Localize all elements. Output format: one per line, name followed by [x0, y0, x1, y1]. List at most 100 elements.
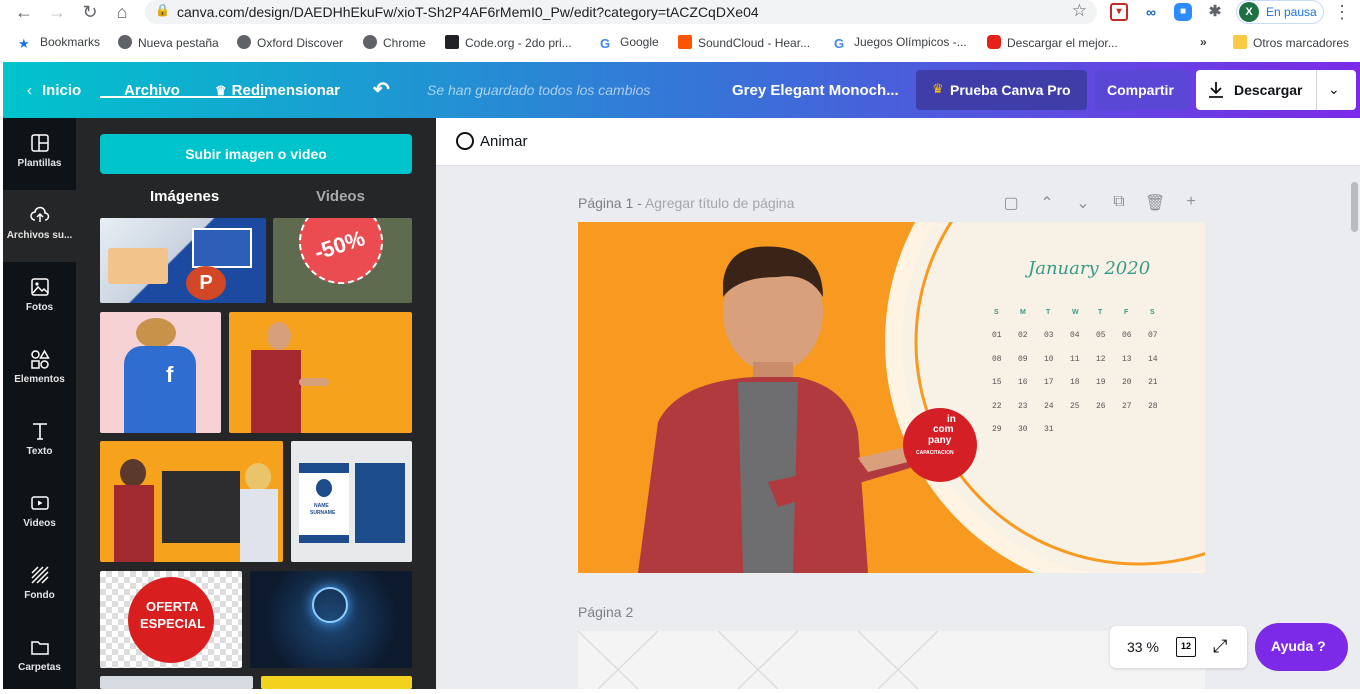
delete-page-icon[interactable]: 🗑 — [1145, 193, 1165, 213]
calendar-day: 09 — [1018, 354, 1028, 364]
other-bookmarks-folder[interactable]: Otros marcadores — [1233, 35, 1349, 50]
canva-topbar: ‹ Inicio Archivo ♛ Redimensionar ↶ Se han … — [3, 62, 1360, 118]
page-1-title[interactable]: Página 1 - Agregar título de página — [578, 195, 794, 211]
try-pro-button[interactable]: ♛ Prueba Canva Pro — [916, 70, 1087, 110]
active-tab-indicator — [100, 96, 266, 98]
bookmark-item[interactable]: SoundCloud - Hear... — [678, 35, 810, 50]
add-page-icon[interactable]: + — [1181, 193, 1201, 213]
sidebar-label: Fondo — [24, 590, 55, 601]
animate-icon[interactable] — [456, 132, 474, 150]
help-label: Ayuda ? — [1271, 638, 1326, 654]
url-text: canva.com/design/DAEDHhEkuFw/xioT-Sh2P4A… — [177, 4, 759, 20]
sidebar-item-text[interactable]: Texto — [3, 406, 76, 478]
calendar-weekday: T — [1098, 309, 1103, 316]
design-page-1[interactable]: in com pany CAPACITACION January 2020 S M… — [578, 222, 1205, 573]
forward-icon[interactable]: → — [47, 2, 67, 22]
upload-thumbnail[interactable] — [261, 676, 412, 689]
chevron-down-icon[interactable]: ⌄ — [1328, 81, 1340, 98]
animate-button[interactable]: Animar — [480, 133, 528, 150]
back-icon[interactable]: ← — [14, 2, 34, 22]
download-button[interactable]: Descargar ⌄ — [1196, 70, 1356, 110]
home-icon[interactable]: ⌂ — [112, 2, 132, 22]
home-link[interactable]: ‹ Inicio — [27, 82, 81, 99]
note-icon[interactable]: ▢ — [1001, 193, 1021, 213]
bookmark-item[interactable]: Descargar el mejor... — [987, 35, 1118, 50]
bookmark-item[interactable]: Oxford Discover — [237, 35, 343, 50]
calendar-weekday: S — [1150, 309, 1155, 316]
puzzle-extensions-icon[interactable]: ✱ — [1206, 3, 1224, 21]
share-button[interactable]: Compartir — [1095, 70, 1189, 110]
offer-text-1: OFERTA — [146, 599, 199, 614]
bookmark-label: Google — [620, 35, 659, 49]
sidebar-item-uploads[interactable]: Archivos su... — [3, 190, 76, 262]
undo-icon[interactable]: ↶ — [373, 77, 390, 102]
sidebar-item-background[interactable]: Fondo — [3, 550, 76, 622]
sidebar-label: Archivos su... — [6, 230, 73, 241]
bookmark-label: Descargar el mejor... — [1007, 36, 1118, 50]
logo-text: CAPACITACION — [916, 450, 954, 456]
chevron-down-icon[interactable]: ⌄ — [1073, 193, 1093, 213]
calendar-month-title[interactable]: January 2020 — [1028, 258, 1150, 279]
templates-icon — [30, 134, 49, 152]
kebab-menu-icon[interactable]: ⋮ — [1332, 2, 1352, 22]
infinity-extension-icon[interactable]: ∞ — [1142, 3, 1160, 21]
upload-thumbnail-tech-hands[interactable] — [250, 571, 412, 668]
folder-icon — [1233, 35, 1247, 49]
upload-thumbnail-discount[interactable]: -50% — [273, 218, 412, 303]
document-title[interactable]: Grey Elegant Monoch... — [732, 82, 899, 99]
calendar-day: 11 — [1070, 354, 1080, 364]
bookmark-item[interactable]: G Google — [600, 35, 659, 51]
zoom-level[interactable]: 33 % — [1127, 639, 1159, 655]
duplicate-page-icon[interactable]: ⧉ — [1109, 193, 1129, 213]
page-title-placeholder: Agregar título de página — [644, 195, 795, 211]
upload-thumbnail-special-offer[interactable]: OFERTA ESPECIAL — [100, 571, 242, 668]
upload-thumbnail-man-pointing[interactable] — [229, 312, 412, 433]
sidebar-item-photos[interactable]: Fotos — [3, 262, 76, 334]
lock-icon: 🔒 — [155, 3, 170, 17]
help-button[interactable]: Ayuda ? — [1255, 623, 1348, 671]
profile-pause-chip[interactable]: X En pausa — [1236, 0, 1324, 24]
calendar-day: 30 — [1018, 425, 1028, 434]
sidebar-item-folders[interactable]: Carpetas — [3, 622, 76, 694]
bookmark-item[interactable]: Nueva pestaña — [118, 35, 219, 50]
scrollbar-thumb[interactable] — [1351, 182, 1358, 232]
sidebar-item-templates[interactable]: Plantillas — [3, 118, 76, 190]
editor-sidebar: Plantillas Archivos su... Fotos Elemento… — [3, 118, 76, 689]
extension-icon[interactable]: ▾ — [1110, 3, 1128, 21]
zoom-extension-icon[interactable]: ■ — [1174, 3, 1192, 21]
upload-thumbnail-id-card[interactable]: NAME SURNAME — [291, 441, 412, 562]
bookmark-item[interactable]: G Juegos Olímpicos -... — [834, 35, 967, 51]
page-grid-icon[interactable]: 12 — [1176, 637, 1196, 657]
reload-icon[interactable]: ↻ — [80, 2, 100, 22]
calendar-day: 12 — [1096, 354, 1106, 364]
sidebar-label: Carpetas — [18, 662, 61, 673]
sidebar-item-videos[interactable]: Videos — [3, 478, 76, 550]
decor: -50% — [288, 218, 394, 295]
address-bar[interactable]: 🔒 canva.com/design/DAEDHhEkuFw/xioT-Sh2P… — [145, 0, 1097, 24]
calendar-day: 27 — [1122, 401, 1132, 411]
youtube-icon — [987, 35, 1001, 49]
bookmark-star-icon[interactable]: ☆ — [1072, 1, 1087, 21]
calendar-weekday: T — [1046, 309, 1051, 316]
fullscreen-icon[interactable]: ⤢ — [1213, 636, 1227, 657]
upload-thumbnail-blank-board[interactable] — [100, 441, 283, 562]
tab-videos[interactable]: Videos — [316, 188, 365, 205]
calendar-day: 05 — [1096, 331, 1106, 340]
upload-thumbnail[interactable] — [100, 676, 253, 689]
more-bookmarks-chevron[interactable]: » — [1200, 35, 1207, 49]
chevron-up-icon[interactable]: ⌃ — [1037, 193, 1057, 213]
canvas-scrollbar[interactable] — [1349, 180, 1360, 689]
tab-images[interactable]: Imágenes — [150, 188, 219, 205]
globe-icon — [118, 35, 132, 49]
bookmark-item[interactable]: ★ Bookmarks — [18, 35, 100, 51]
bookmark-item[interactable]: Code.org - 2do pri... — [445, 35, 572, 50]
upload-thumbnail-office[interactable]: P — [100, 218, 266, 303]
text-icon — [32, 423, 47, 440]
upload-thumbnail-facebook[interactable]: f — [100, 312, 221, 433]
page-2-title[interactable]: Página 2 — [578, 604, 633, 620]
sidebar-item-elements[interactable]: Elementos — [3, 334, 76, 406]
bookmark-item[interactable]: Chrome — [363, 35, 426, 50]
calendar-day: 19 — [1096, 378, 1106, 387]
photos-icon — [30, 278, 49, 296]
upload-media-button[interactable]: Subir imagen o video — [100, 134, 412, 174]
